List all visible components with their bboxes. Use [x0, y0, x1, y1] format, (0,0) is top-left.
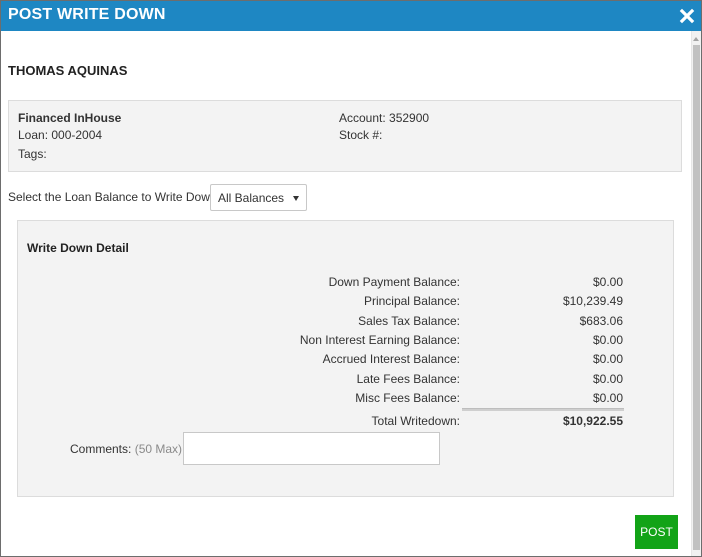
- detail-row-late-fees: Late Fees Balance: $0.00: [18, 372, 675, 391]
- detail-row-principal: Principal Balance: $10,239.49: [18, 294, 675, 313]
- post-button[interactable]: POST: [635, 515, 678, 549]
- loan-number: Loan: 000-2004: [18, 128, 103, 142]
- detail-row-down-payment: Down Payment Balance: $0.00: [18, 275, 675, 294]
- comments-input[interactable]: [183, 432, 440, 465]
- balance-select-label: Select the Loan Balance to Write Down:: [8, 190, 220, 204]
- row-amount: $0.00: [592, 333, 623, 347]
- row-amount: $0.00: [592, 372, 623, 386]
- total-label: Total Writedown:: [371, 414, 460, 428]
- detail-row-sales-tax: Sales Tax Balance: $683.06: [18, 314, 675, 333]
- scroll-up-arrow-icon[interactable]: [693, 37, 699, 41]
- row-label: Non Interest Earning Balance:: [299, 333, 460, 347]
- stock-number: Stock #:: [339, 128, 383, 142]
- customer-name: THOMAS AQUINAS: [8, 63, 128, 78]
- row-label: Sales Tax Balance:: [358, 314, 460, 328]
- row-amount: $0.00: [592, 352, 623, 366]
- row-label: Down Payment Balance:: [328, 275, 460, 289]
- vertical-scrollbar[interactable]: [691, 31, 701, 556]
- detail-row-non-interest: Non Interest Earning Balance: $0.00: [18, 333, 675, 352]
- row-label: Misc Fees Balance:: [355, 391, 460, 405]
- comments-max-hint: (50 Max): [134, 442, 183, 456]
- comments-label-text: Comments:: [70, 442, 132, 456]
- total-amount: $10,922.55: [562, 414, 623, 428]
- dialog-title: POST WRITE DOWN: [8, 6, 166, 23]
- row-amount: $683.06: [579, 314, 623, 328]
- comments-label: Comments: (50 Max): [70, 442, 182, 456]
- detail-title: Write Down Detail: [27, 241, 129, 255]
- scrollbar-thumb[interactable]: [693, 45, 700, 550]
- dialog-titlebar: POST WRITE DOWN: [1, 1, 701, 31]
- close-icon[interactable]: [679, 6, 695, 26]
- detail-row-total: Total Writedown: $10,922.55: [18, 414, 675, 433]
- loan-info-panel: Financed InHouse Loan: 000-2004 Tags: Ac…: [8, 100, 682, 172]
- detail-row-accrued-interest: Accrued Interest Balance: $0.00: [18, 352, 675, 371]
- financing-type: Financed InHouse: [18, 111, 122, 125]
- balance-select[interactable]: All Balances: [210, 184, 307, 211]
- row-amount: $0.00: [592, 275, 623, 289]
- row-label: Principal Balance:: [363, 294, 460, 308]
- row-label: Accrued Interest Balance:: [322, 352, 460, 366]
- tags-label: Tags:: [18, 147, 47, 161]
- total-divider: [462, 408, 624, 411]
- row-amount: $10,239.49: [562, 294, 623, 308]
- row-label: Late Fees Balance:: [356, 372, 460, 386]
- balance-select-value: All Balances: [218, 191, 285, 205]
- row-amount: $0.00: [592, 391, 623, 405]
- write-down-detail-panel: Write Down Detail Down Payment Balance: …: [17, 220, 674, 497]
- account-number: Account: 352900: [339, 111, 430, 125]
- post-write-down-dialog: POST WRITE DOWN THOMAS AQUINAS Financed …: [0, 0, 702, 557]
- caret-down-icon: [293, 196, 299, 201]
